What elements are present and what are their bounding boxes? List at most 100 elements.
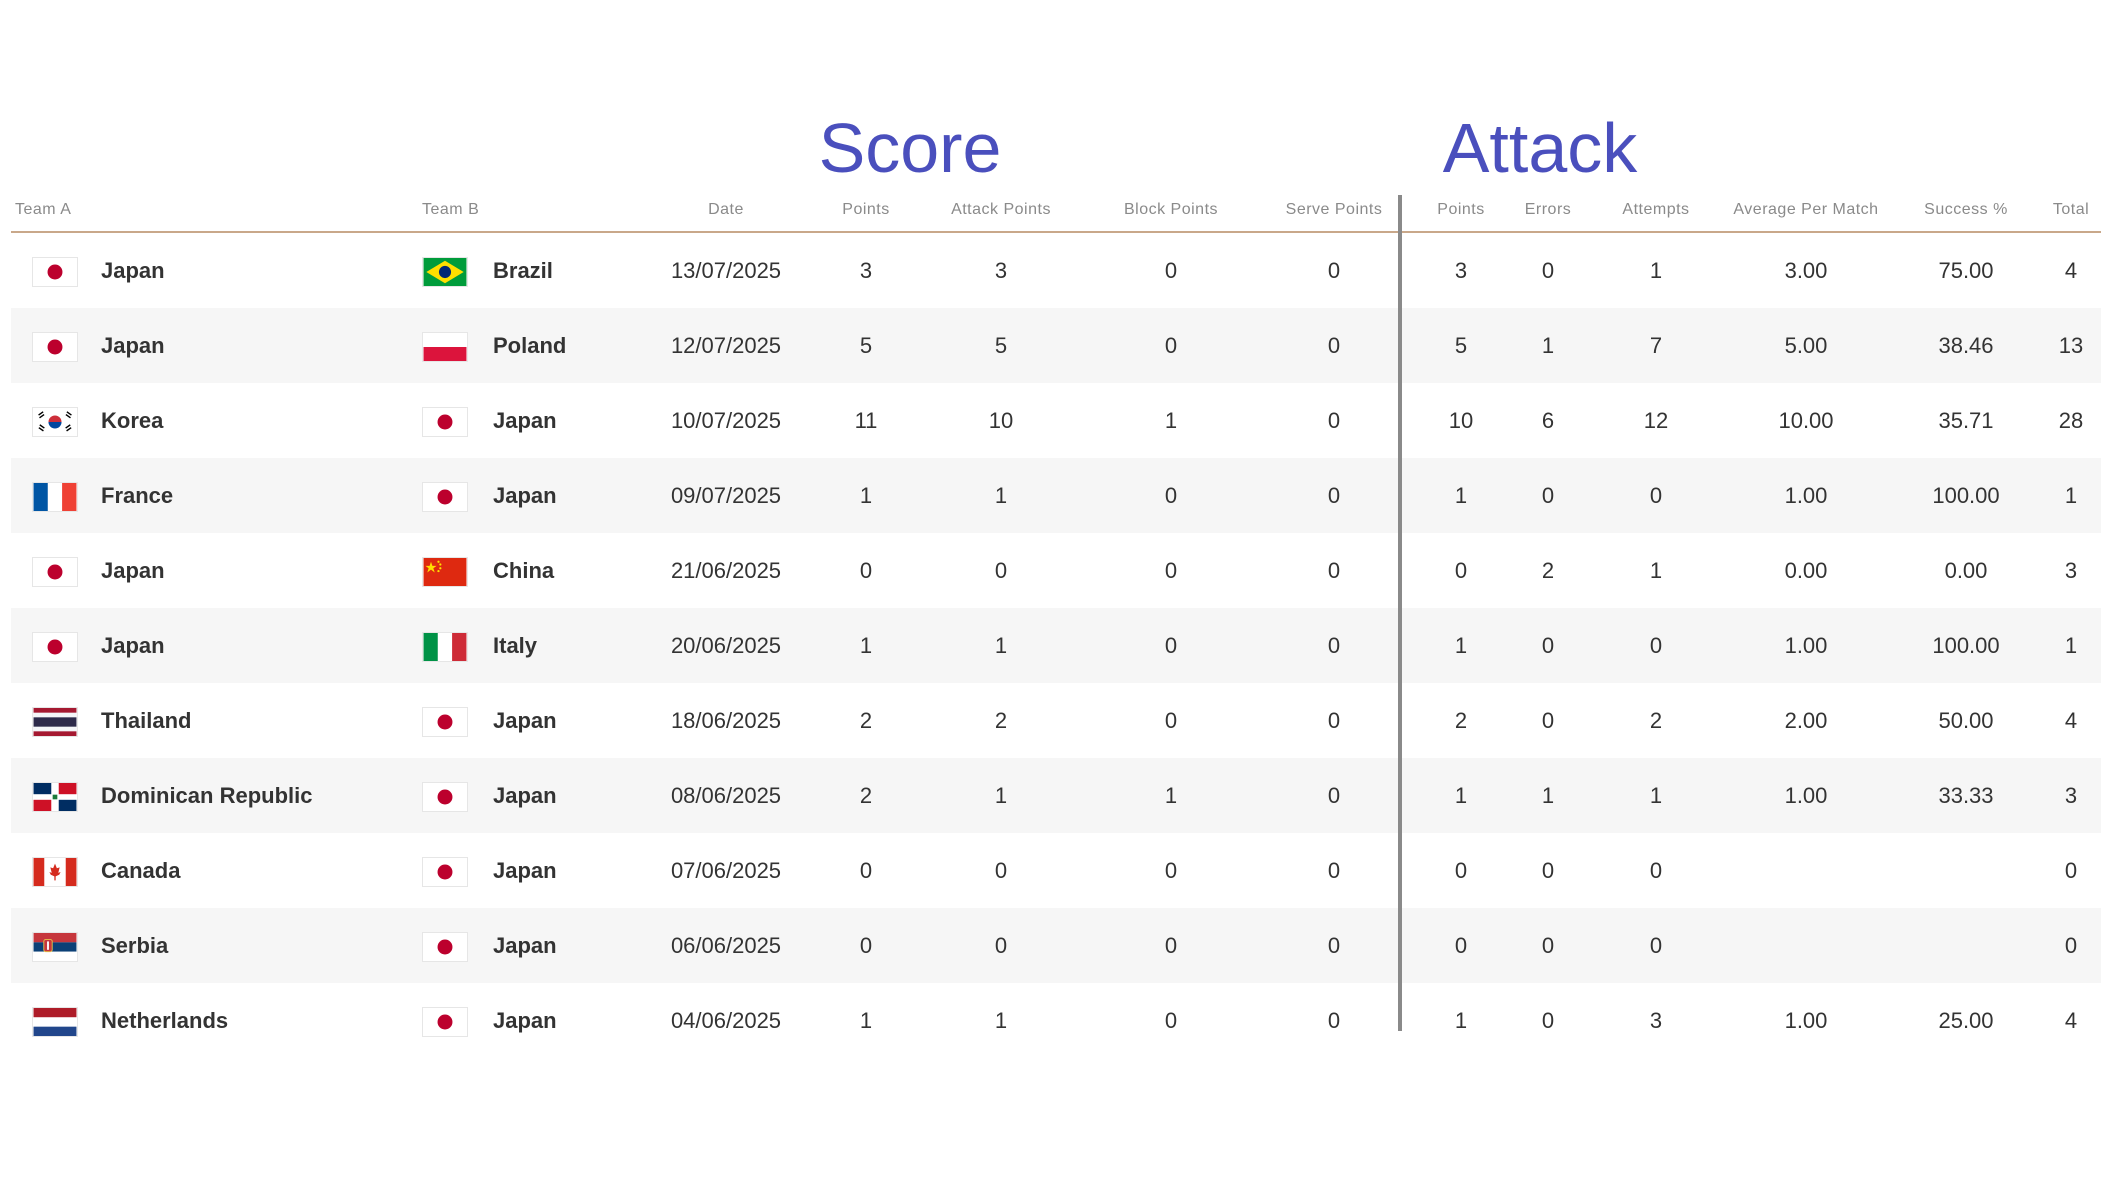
- attack-section-points: 1: [1454, 1008, 1468, 1033]
- header-date[interactable]: Date: [631, 200, 821, 220]
- serve-points: 0: [1327, 408, 1341, 433]
- table-row[interactable]: France Japan 09/07/2025 1 1 0 0 1 0 0 1.00 100.00 1: [11, 458, 2101, 533]
- table-row[interactable]: Thailand Japan 18/06/2025 2 2 0 0 2 0 2 2.00 50.00 4: [11, 683, 2101, 758]
- success-percent: 50.00: [1938, 708, 1994, 733]
- match-date: 07/06/2025: [670, 858, 782, 883]
- table-row[interactable]: Japan Brazil 13/07/2025 3 3 0 0 3 0 1 3.00 75.00 4: [11, 233, 2101, 308]
- attack-errors: 1: [1541, 783, 1555, 808]
- table-row[interactable]: Netherlands Japan 04/06/2025 1 1 0 0 1 0 3 1.00 25.…: [11, 983, 2101, 1058]
- header-errors[interactable]: Errors: [1508, 200, 1588, 220]
- team-a-name: Korea: [101, 408, 164, 433]
- attack-total: 0: [2064, 858, 2078, 883]
- match-date: 21/06/2025: [670, 558, 782, 583]
- attack-attempts: 0: [1649, 483, 1663, 508]
- attack-attempts: 1: [1649, 558, 1663, 583]
- block-points: 0: [1164, 858, 1178, 883]
- attack-total: 28: [2058, 408, 2084, 433]
- header-attempts[interactable]: Attempts: [1591, 200, 1721, 220]
- attack-attempts: 7: [1649, 333, 1663, 358]
- attack-section-points: 3: [1454, 258, 1468, 283]
- team-a-name: Serbia: [101, 933, 169, 958]
- score-points: 0: [859, 858, 873, 883]
- table-row[interactable]: Japan Italy 20/06/2025 1 1 0 0 1 0 0 1.00 100.00 1: [11, 608, 2101, 683]
- table-row[interactable]: Japan Poland 12/07/2025 5 5 0 0 5 1 7 5.00 38.46 13: [11, 308, 2101, 383]
- average-per-match: 0.00: [1784, 558, 1828, 583]
- header-block-points[interactable]: Block Points: [1096, 200, 1246, 220]
- dominican-republic-flag-icon: [32, 782, 78, 812]
- table-row[interactable]: Dominican Republic Japan 08/06/2025 2 1 1 0 1 1 1…: [11, 758, 2101, 833]
- header-serve-points[interactable]: Serve Points: [1259, 200, 1409, 220]
- attack-total: 3: [2064, 783, 2078, 808]
- attack-total: 1: [2064, 483, 2078, 508]
- header-total[interactable]: Total: [2041, 200, 2101, 220]
- attack-errors: 0: [1541, 708, 1555, 733]
- block-points: 0: [1164, 933, 1178, 958]
- serve-points: 0: [1327, 633, 1341, 658]
- team-b-name: China: [493, 558, 555, 583]
- block-points: 0: [1164, 558, 1178, 583]
- team-a-name: Netherlands: [101, 1008, 229, 1033]
- score-points: 2: [859, 783, 873, 808]
- header-team-b[interactable]: Team B: [422, 200, 542, 220]
- attack-points: 3: [994, 258, 1008, 283]
- team-a-name: Canada: [101, 858, 181, 883]
- japan-flag-icon: [32, 257, 78, 287]
- block-points: 0: [1164, 333, 1178, 358]
- header-average-per-match[interactable]: Average Per Match: [1711, 200, 1901, 220]
- serbia-flag-icon: [32, 932, 78, 962]
- attack-total: 4: [2064, 708, 2078, 733]
- score-points: 1: [859, 633, 873, 658]
- average-per-match: [1711, 833, 1901, 908]
- header-score-points[interactable]: Points: [816, 200, 916, 220]
- japan-flag-icon: [422, 782, 468, 812]
- thailand-flag-icon: [32, 707, 78, 737]
- serve-points: 0: [1327, 933, 1341, 958]
- attack-section-points: 10: [1448, 408, 1474, 433]
- team-b-name: Japan: [493, 483, 557, 508]
- attack-errors: 6: [1541, 408, 1555, 433]
- team-b-name: Poland: [493, 333, 567, 358]
- block-points: 0: [1164, 633, 1178, 658]
- table-row[interactable]: Serbia Japan 06/06/2025 0 0 0 0 0 0 0 0: [11, 908, 2101, 983]
- header-attack-section-points[interactable]: Points: [1416, 200, 1506, 220]
- team-a-name: Dominican Republic: [101, 783, 313, 808]
- serve-points: 0: [1327, 258, 1341, 283]
- table-row[interactable]: Korea Japan 10/07/2025 11 10 1 0 10 6 12 10.00 35.7…: [11, 383, 2101, 458]
- header-attack-points[interactable]: Attack Points: [926, 200, 1076, 220]
- team-a-name: Japan: [101, 558, 165, 583]
- header-success-percent[interactable]: Success %: [1891, 200, 2041, 220]
- attack-attempts: 1: [1649, 258, 1663, 283]
- match-date: 10/07/2025: [670, 408, 782, 433]
- attack-section-points: 5: [1454, 333, 1468, 358]
- japan-flag-icon: [422, 857, 468, 887]
- average-per-match: 5.00: [1784, 333, 1828, 358]
- attack-errors: 0: [1541, 633, 1555, 658]
- average-per-match: 3.00: [1784, 258, 1828, 283]
- serve-points: 0: [1327, 708, 1341, 733]
- average-per-match: 1.00: [1784, 633, 1828, 658]
- match-date: 06/06/2025: [670, 933, 782, 958]
- team-b-name: Japan: [493, 1008, 557, 1033]
- attack-total: 4: [2064, 1008, 2078, 1033]
- attack-section-points: 2: [1454, 708, 1468, 733]
- attack-section-points: 0: [1454, 858, 1468, 883]
- canada-flag-icon: [32, 857, 78, 887]
- attack-total: 0: [2064, 933, 2078, 958]
- score-points: 1: [859, 483, 873, 508]
- attack-section-points: 0: [1454, 558, 1468, 583]
- attack-errors: 1: [1541, 333, 1555, 358]
- attack-points: 1: [994, 633, 1008, 658]
- attack-section-points: 1: [1454, 633, 1468, 658]
- success-percent: 75.00: [1938, 258, 1994, 283]
- attack-errors: 2: [1541, 558, 1555, 583]
- japan-flag-icon: [422, 932, 468, 962]
- average-per-match: [1711, 908, 1901, 983]
- table-row[interactable]: Canada Japan 07/06/2025 0 0 0 0 0 0 0 0: [11, 833, 2101, 908]
- table-row[interactable]: Japan China 21/06/2025 0 0 0 0 0 2 1 0.00 0.00 3: [11, 533, 2101, 608]
- korea-flag-icon: [32, 407, 78, 437]
- team-b-name: Japan: [493, 933, 557, 958]
- team-a-name: Japan: [101, 258, 165, 283]
- team-a-name: Japan: [101, 633, 165, 658]
- header-team-a[interactable]: Team A: [15, 200, 135, 220]
- block-points: 0: [1164, 708, 1178, 733]
